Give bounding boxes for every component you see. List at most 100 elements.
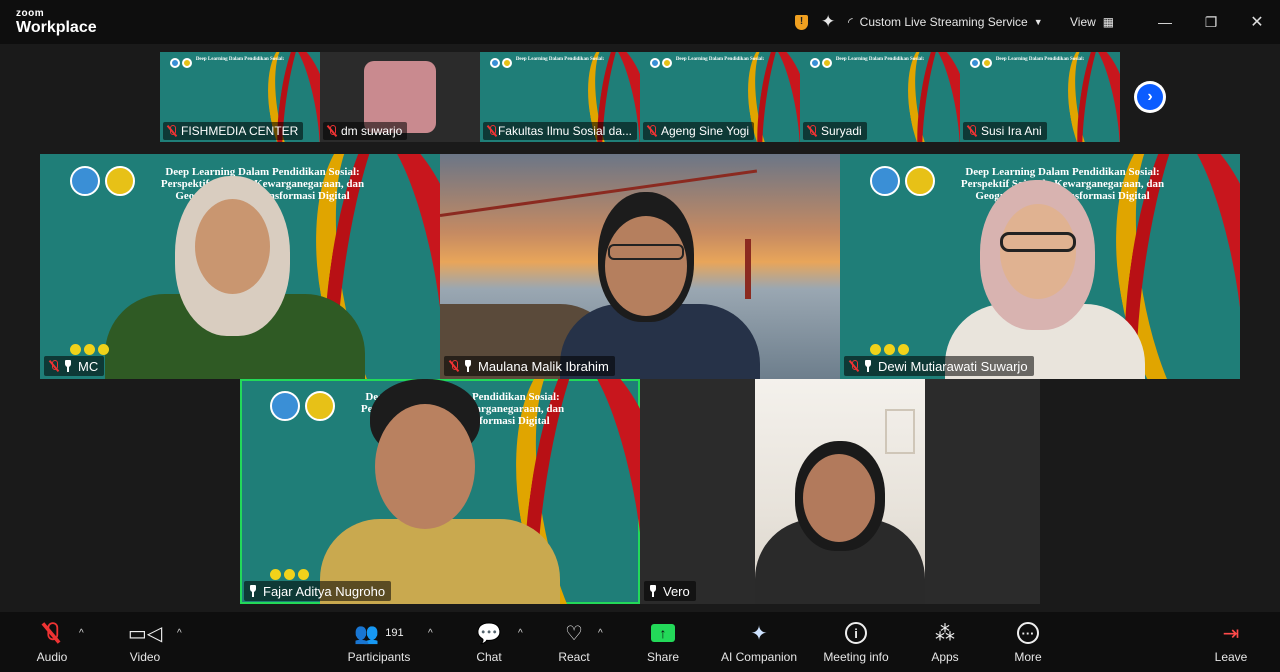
mic-muted-icon [806, 125, 818, 137]
video-tile-fajar[interactable]: Deep Learning Dalam Pendidikan Sosial: P… [240, 379, 640, 604]
thumbnail-nametag: dm suwarjo [323, 122, 408, 140]
mic-muted-icon [326, 125, 338, 137]
slide-title-line1: Deep Learning Dalam Pendidikan Sosial: [965, 166, 1160, 178]
thumbnail-tile[interactable]: Deep Learning Dalam Pendidikan Sosial: F… [480, 52, 640, 142]
slide-title: Deep Learning Dalam Pendidikan Sosial: [835, 57, 925, 62]
close-icon[interactable]: ✕ [1245, 10, 1269, 34]
video-camera-icon: ▭◁ [127, 622, 163, 645]
security-shield-icon[interactable]: ! [795, 12, 808, 32]
leave-label: Leave [1214, 650, 1248, 664]
thumbnail-tile[interactable]: dm suwarjo [320, 52, 480, 142]
mic-muted-icon [166, 125, 178, 137]
slide-title-line1: Deep Learning Dalam Pendidikan Sosial: [165, 166, 360, 178]
share-screen-icon: ↑ [651, 620, 675, 646]
ai-sparkle-icon: ✦ [750, 622, 768, 645]
thumbnail-nametag: Susi Ira Ani [963, 122, 1047, 140]
chat-button[interactable]: 💬 Chat [444, 620, 534, 665]
meeting-toolbar: Audio ^ ▭◁ Video ^ 👥 191 Participants ^ 💬… [0, 612, 1280, 672]
leave-button[interactable]: ⇥ Leave [1186, 620, 1276, 665]
chevron-down-icon: ▼ [1033, 17, 1043, 27]
zoom-workplace-logo: zoom Workplace [16, 9, 97, 36]
video-tile-mc[interactable]: Deep Learning Dalam Pendidikan Sosial: P… [40, 154, 440, 379]
audio-button[interactable]: Audio [7, 620, 97, 664]
video-nametag: Maulana Malik Ibrahim [444, 356, 615, 376]
video-tile-vero[interactable]: Vero [640, 379, 1040, 604]
video-label: Video [129, 650, 161, 664]
thumbnail-name: FISHMEDIA CENTER [181, 124, 299, 138]
video-button[interactable]: ▭◁ Video [100, 620, 190, 665]
logo-line2: Workplace [16, 19, 97, 36]
thumbnail-name: Fakultas Ilmu Sosial da... [497, 124, 632, 138]
participant-name: Vero [663, 583, 690, 599]
mic-muted-icon [448, 360, 460, 372]
more-dots-icon: ··· [1017, 620, 1039, 646]
thumbnail-name: dm suwarjo [341, 124, 403, 138]
thumbnail-tile[interactable]: Deep Learning Dalam Pendidikan Sosial: S… [960, 52, 1120, 142]
grid-view-icon: ▦ [1102, 15, 1115, 29]
participants-button[interactable]: 👥 191 Participants [334, 620, 424, 665]
mic-muted-icon [48, 360, 60, 372]
chat-options-caret-icon[interactable]: ^ [518, 628, 523, 639]
leave-icon: ⇥ [1222, 622, 1240, 645]
meeting-info-button[interactable]: i Meeting info [811, 620, 901, 664]
participants-icon: 👥 191 [354, 622, 404, 645]
participant-thumbnail-strip: Deep Learning Dalam Pendidikan Sosial: F… [160, 52, 1120, 142]
slide-title: Deep Learning Dalam Pendidikan Sosial: [195, 57, 285, 62]
live-streaming-button[interactable]: ◜ Custom Live Streaming Service ▼ [848, 12, 1043, 32]
meeting-info-label: Meeting info [823, 650, 889, 664]
thumbnail-nametag: FISHMEDIA CENTER [163, 122, 304, 140]
chat-label: Chat [476, 650, 502, 664]
view-label: View [1070, 15, 1096, 29]
participants-options-caret-icon[interactable]: ^ [428, 628, 433, 639]
ai-companion-label: AI Companion [720, 650, 798, 664]
participant-name: Dewi Mutiarawati Suwarjo [878, 358, 1028, 374]
view-button[interactable]: View ▦ [1070, 12, 1114, 32]
thumbnail-nametag: Fakultas Ilmu Sosial da... [483, 122, 637, 140]
video-nametag: MC [44, 356, 105, 376]
audio-options-caret-icon[interactable]: ^ [79, 628, 84, 639]
video-tile-maulana[interactable]: Maulana Malik Ibrahim [440, 154, 840, 379]
video-nametag: Vero [644, 581, 696, 601]
apps-button[interactable]: ⁂ Apps [900, 620, 990, 665]
restore-icon[interactable]: ❐ [1199, 10, 1223, 34]
participants-count: 191 [385, 627, 404, 639]
video-tile-dewi[interactable]: Deep Learning Dalam Pendidikan Sosial: P… [840, 154, 1240, 379]
pin-icon [863, 360, 873, 372]
broadcast-icon: ◜ [848, 15, 853, 29]
pin-icon [463, 360, 473, 372]
video-nametag: Dewi Mutiarawati Suwarjo [844, 356, 1034, 376]
thumbnail-name: Suryadi [821, 124, 862, 138]
thumbnail-name: Ageng Sine Yogi [661, 124, 750, 138]
thumbnail-tile[interactable]: Deep Learning Dalam Pendidikan Sosial: A… [640, 52, 800, 142]
title-bar: zoom Workplace ! ✦ ◜ Custom Live Streami… [0, 0, 1280, 44]
share-label: Share [646, 650, 680, 664]
pin-icon [63, 360, 73, 372]
video-options-caret-icon[interactable]: ^ [177, 628, 182, 639]
apps-label: Apps [931, 650, 959, 664]
slide-title: Deep Learning Dalam Pendidikan Sosial: [675, 57, 765, 62]
ai-sparkle-icon[interactable]: ✦ [821, 12, 835, 32]
more-button[interactable]: ··· More [983, 620, 1073, 664]
react-options-caret-icon[interactable]: ^ [598, 628, 603, 639]
react-label: React [558, 650, 590, 664]
thumbnail-nametag: Ageng Sine Yogi [643, 122, 755, 140]
mic-muted-icon [646, 125, 658, 137]
thumbnail-tile[interactable]: Deep Learning Dalam Pendidikan Sosial: F… [160, 52, 320, 142]
ai-companion-button[interactable]: ✦ AI Companion [714, 620, 804, 665]
thumbnail-nametag: Suryadi [803, 122, 867, 140]
react-button[interactable]: ♡ React [529, 620, 619, 665]
participant-name: MC [78, 358, 99, 374]
info-icon: i [845, 620, 867, 646]
next-page-button[interactable]: › [1134, 81, 1166, 113]
minimize-icon[interactable]: — [1153, 10, 1177, 34]
participant-name: Fajar Aditya Nugroho [263, 583, 386, 599]
more-label: More [1014, 650, 1042, 664]
mic-muted-icon [45, 620, 60, 646]
chat-icon: 💬 [476, 622, 502, 645]
video-nametag: Fajar Aditya Nugroho [244, 581, 392, 601]
thumbnail-tile[interactable]: Deep Learning Dalam Pendidikan Sosial: S… [800, 52, 960, 142]
slide-title: Deep Learning Dalam Pendidikan Sosial: [995, 57, 1085, 62]
logo-line1: zoom [16, 8, 45, 19]
share-button[interactable]: ↑ Share [618, 620, 708, 664]
apps-icon: ⁂ [935, 622, 955, 645]
